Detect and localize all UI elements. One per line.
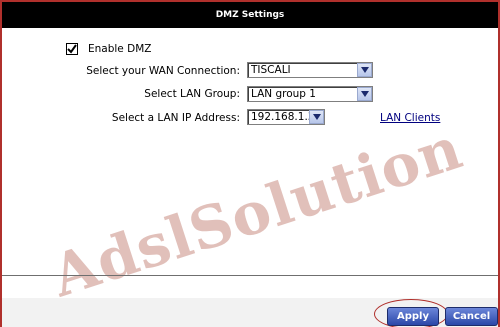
checkmark-icon <box>67 44 77 54</box>
chevron-down-icon[interactable] <box>309 110 324 124</box>
footer-divider <box>2 275 498 276</box>
lan-group-select[interactable]: LAN group 1 <box>247 86 373 102</box>
apply-button[interactable]: Apply <box>387 307 439 326</box>
lan-clients-link[interactable]: LAN Clients <box>380 112 440 124</box>
wan-connection-value: TISCALI <box>251 64 291 76</box>
wan-connection-select[interactable]: TISCALI <box>247 62 373 78</box>
lan-group-value: LAN group 1 <box>251 88 316 100</box>
dmz-settings-window: DMZ Settings Enable DMZ Select your WAN … <box>0 0 500 327</box>
chevron-down-icon[interactable] <box>357 87 372 101</box>
enable-dmz-checkbox[interactable] <box>66 43 78 55</box>
lan-group-label: Select LAN Group: <box>144 88 240 100</box>
window-title: DMZ Settings <box>2 2 498 28</box>
wan-connection-label: Select your WAN Connection: <box>86 65 240 77</box>
enable-dmz-label: Enable DMZ <box>88 43 152 55</box>
watermark: AdslSolution <box>43 113 471 311</box>
cancel-button[interactable]: Cancel <box>445 307 498 326</box>
lan-ip-value: 192.168.1.3 <box>251 111 309 123</box>
chevron-down-icon[interactable] <box>357 63 372 77</box>
settings-content: Enable DMZ Select your WAN Connection: T… <box>2 28 498 310</box>
lan-ip-label: Select a LAN IP Address: <box>111 112 240 124</box>
lan-ip-select[interactable]: 192.168.1.3 <box>247 109 325 125</box>
